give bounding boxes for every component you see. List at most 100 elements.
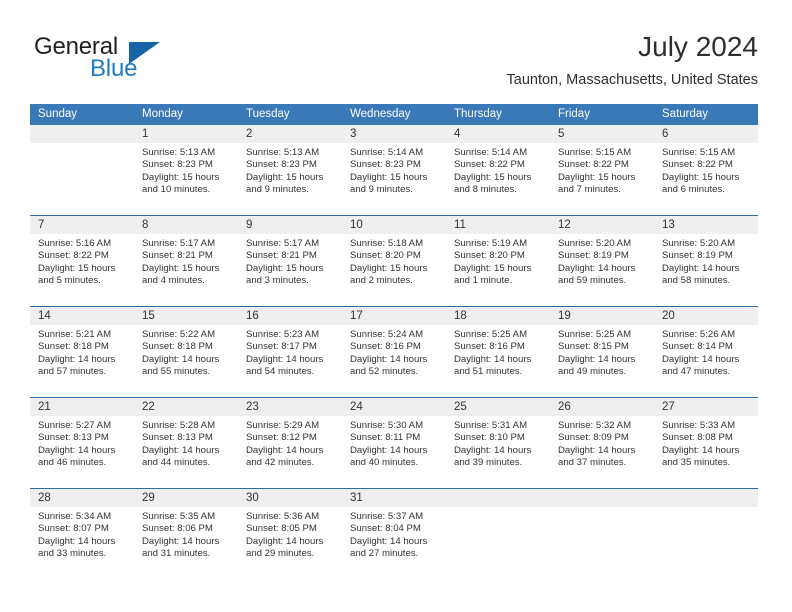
day-details: Sunrise: 5:24 AM Sunset: 8:16 PM Daylight:… [342,325,446,379]
calendar-day-cell[interactable]: 1 Sunrise: 5:13 AM Sunset: 8:23 PM Daylight… [134,125,238,216]
day-number: 21 [30,398,134,416]
day-sunset-text: Sunset: 8:11 PM [350,432,421,444]
day-details: Sunrise: 5:23 AM Sunset: 8:17 PM Daylight:… [238,325,342,379]
calendar-day-cell[interactable]: 27 Sunrise: 5:33 AM Sunset: 8:08 PM Dayligh… [654,397,758,489]
day-sunset-text: Sunset: 8:08 PM [662,432,733,444]
page-header: General Blue July 2024 Taunton, Massachu… [0,0,792,100]
day-daylight-line2-text: and 2 minutes. [350,275,413,287]
day-sunset-text: Sunset: 8:07 PM [38,523,109,535]
calendar-day-cell[interactable]: 25 Sunrise: 5:31 AM Sunset: 8:10 PM Dayligh… [446,397,550,489]
day-sunset-text: Sunset: 8:22 PM [662,159,733,171]
calendar-day-cell[interactable]: 2 Sunrise: 5:13 AM Sunset: 8:23 PM Daylight… [238,125,342,216]
calendar-day-cell[interactable]: 22 Sunrise: 5:28 AM Sunset: 8:13 PM Dayligh… [134,397,238,489]
day-daylight-line2-text: and 29 minutes. [246,548,315,560]
day-daylight-line2-text: and 52 minutes. [350,366,419,378]
calendar-day-cell[interactable]: 29 Sunrise: 5:35 AM Sunset: 8:06 PM Dayligh… [134,488,238,579]
calendar-day-cell[interactable]: 31 Sunrise: 5:37 AM Sunset: 8:04 PM Dayligh… [342,488,446,579]
day-number [550,489,654,507]
calendar-day-cell[interactable]: 24 Sunrise: 5:30 AM Sunset: 8:11 PM Dayligh… [342,397,446,489]
day-number: 19 [550,307,654,325]
day-number: 24 [342,398,446,416]
day-daylight-line1-text: Daylight: 14 hours [662,353,740,365]
day-daylight-line2-text: and 47 minutes. [662,366,731,378]
calendar-day-cell[interactable]: 3 Sunrise: 5:14 AM Sunset: 8:23 PM Daylight… [342,125,446,216]
day-details: Sunrise: 5:15 AM Sunset: 8:22 PM Daylight:… [550,143,654,197]
calendar-day-cell[interactable]: 14 Sunrise: 5:21 AM Sunset: 8:18 PM Dayligh… [30,306,134,398]
day-cell-inner: 1 Sunrise: 5:13 AM Sunset: 8:23 PM Daylight… [134,125,238,215]
day-sunset-text: Sunset: 8:22 PM [558,159,629,171]
calendar-day-cell[interactable]: 10 Sunrise: 5:18 AM Sunset: 8:20 PM Dayligh… [342,215,446,307]
day-cell-inner: 2 Sunrise: 5:13 AM Sunset: 8:23 PM Daylight… [238,125,342,215]
calendar-day-cell[interactable]: 6 Sunrise: 5:15 AM Sunset: 8:22 PM Daylight… [654,125,758,216]
day-number: 3 [342,125,446,143]
weekday-header-saturday: Saturday [654,104,758,125]
day-cell-inner: 22 Sunrise: 5:28 AM Sunset: 8:13 PM Dayligh… [134,398,238,488]
calendar-day-cell[interactable]: 4 Sunrise: 5:14 AM Sunset: 8:22 PM Daylight… [446,125,550,216]
day-details: Sunrise: 5:13 AM Sunset: 8:23 PM Daylight:… [134,143,238,197]
weekday-header-row: Sunday Monday Tuesday Wednesday Thursday… [30,104,758,125]
day-daylight-line2-text: and 57 minutes. [38,366,107,378]
day-daylight-line2-text: and 35 minutes. [662,457,731,469]
day-daylight-line2-text: and 27 minutes. [350,548,419,560]
calendar-day-cell[interactable]: 28 Sunrise: 5:34 AM Sunset: 8:07 PM Dayligh… [30,488,134,579]
day-cell-inner: 8 Sunrise: 5:17 AM Sunset: 8:21 PM Daylight… [134,216,238,306]
day-cell-inner [654,489,758,579]
calendar-day-cell[interactable]: 26 Sunrise: 5:32 AM Sunset: 8:09 PM Dayligh… [550,397,654,489]
day-sunrise-text: Sunrise: 5:20 AM [662,238,736,249]
day-daylight-line2-text: and 8 minutes. [454,184,517,196]
weekday-header-sunday: Sunday [30,104,134,125]
day-sunset-text: Sunset: 8:18 PM [142,341,213,353]
day-number: 6 [654,125,758,143]
day-number: 27 [654,398,758,416]
day-sunrise-text: Sunrise: 5:20 AM [558,238,632,249]
day-daylight-line1-text: Daylight: 14 hours [558,262,636,274]
day-details: Sunrise: 5:19 AM Sunset: 8:20 PM Daylight:… [446,234,550,288]
calendar-day-cell[interactable]: 20 Sunrise: 5:26 AM Sunset: 8:14 PM Dayligh… [654,306,758,398]
day-daylight-line1-text: Daylight: 15 hours [454,171,532,183]
calendar-day-cell[interactable]: 12 Sunrise: 5:20 AM Sunset: 8:19 PM Dayligh… [550,215,654,307]
calendar-day-cell[interactable]: 21 Sunrise: 5:27 AM Sunset: 8:13 PM Dayligh… [30,397,134,489]
day-sunset-text: Sunset: 8:05 PM [246,523,317,535]
day-sunrise-text: Sunrise: 5:22 AM [142,329,216,340]
day-cell-inner: 18 Sunrise: 5:25 AM Sunset: 8:16 PM Dayligh… [446,307,550,397]
day-details: Sunrise: 5:17 AM Sunset: 8:21 PM Daylight:… [134,234,238,288]
day-daylight-line1-text: Daylight: 15 hours [454,262,532,274]
day-number: 31 [342,489,446,507]
day-daylight-line1-text: Daylight: 14 hours [142,353,220,365]
day-number: 28 [30,489,134,507]
calendar-day-cell[interactable]: 17 Sunrise: 5:24 AM Sunset: 8:16 PM Dayligh… [342,306,446,398]
calendar-day-cell[interactable]: 23 Sunrise: 5:29 AM Sunset: 8:12 PM Dayligh… [238,397,342,489]
day-sunset-text: Sunset: 8:17 PM [246,341,317,353]
day-sunrise-text: Sunrise: 5:29 AM [246,420,320,431]
day-cell-inner: 15 Sunrise: 5:22 AM Sunset: 8:18 PM Dayligh… [134,307,238,397]
calendar-day-cell[interactable]: 5 Sunrise: 5:15 AM Sunset: 8:22 PM Daylight… [550,125,654,216]
calendar-day-cell[interactable]: 15 Sunrise: 5:22 AM Sunset: 8:18 PM Dayligh… [134,306,238,398]
day-sunset-text: Sunset: 8:04 PM [350,523,421,535]
day-cell-inner: 11 Sunrise: 5:19 AM Sunset: 8:20 PM Dayligh… [446,216,550,306]
calendar-day-cell[interactable]: 16 Sunrise: 5:23 AM Sunset: 8:17 PM Dayligh… [238,306,342,398]
calendar-day-cell[interactable]: 13 Sunrise: 5:20 AM Sunset: 8:19 PM Dayligh… [654,215,758,307]
calendar-day-cell[interactable]: 8 Sunrise: 5:17 AM Sunset: 8:21 PM Daylight… [134,215,238,307]
calendar-week-row: 28 Sunrise: 5:34 AM Sunset: 8:07 PM Dayligh… [30,488,758,579]
calendar-day-cell [550,488,654,579]
calendar-day-cell[interactable]: 7 Sunrise: 5:16 AM Sunset: 8:22 PM Daylight… [30,215,134,307]
weekday-header-thursday: Thursday [446,104,550,125]
calendar-day-cell[interactable]: 11 Sunrise: 5:19 AM Sunset: 8:20 PM Dayligh… [446,215,550,307]
day-sunrise-text: Sunrise: 5:26 AM [662,329,736,340]
day-number [446,489,550,507]
calendar-day-cell[interactable]: 19 Sunrise: 5:25 AM Sunset: 8:15 PM Dayligh… [550,306,654,398]
day-cell-inner: 16 Sunrise: 5:23 AM Sunset: 8:17 PM Dayligh… [238,307,342,397]
day-daylight-line2-text: and 10 minutes. [142,184,211,196]
calendar-day-cell[interactable]: 30 Sunrise: 5:36 AM Sunset: 8:05 PM Dayligh… [238,488,342,579]
day-sunset-text: Sunset: 8:13 PM [38,432,109,444]
day-details: Sunrise: 5:32 AM Sunset: 8:09 PM Daylight:… [550,416,654,470]
day-daylight-line1-text: Daylight: 15 hours [142,171,220,183]
day-daylight-line1-text: Daylight: 14 hours [350,353,428,365]
day-number: 15 [134,307,238,325]
day-sunrise-text: Sunrise: 5:13 AM [142,147,216,158]
day-daylight-line1-text: Daylight: 14 hours [662,444,740,456]
calendar-day-cell[interactable]: 18 Sunrise: 5:25 AM Sunset: 8:16 PM Dayligh… [446,306,550,398]
calendar-day-cell[interactable]: 9 Sunrise: 5:17 AM Sunset: 8:21 PM Daylight… [238,215,342,307]
day-daylight-line2-text: and 5 minutes. [38,275,101,287]
general-blue-logo[interactable]: General Blue [34,34,224,90]
